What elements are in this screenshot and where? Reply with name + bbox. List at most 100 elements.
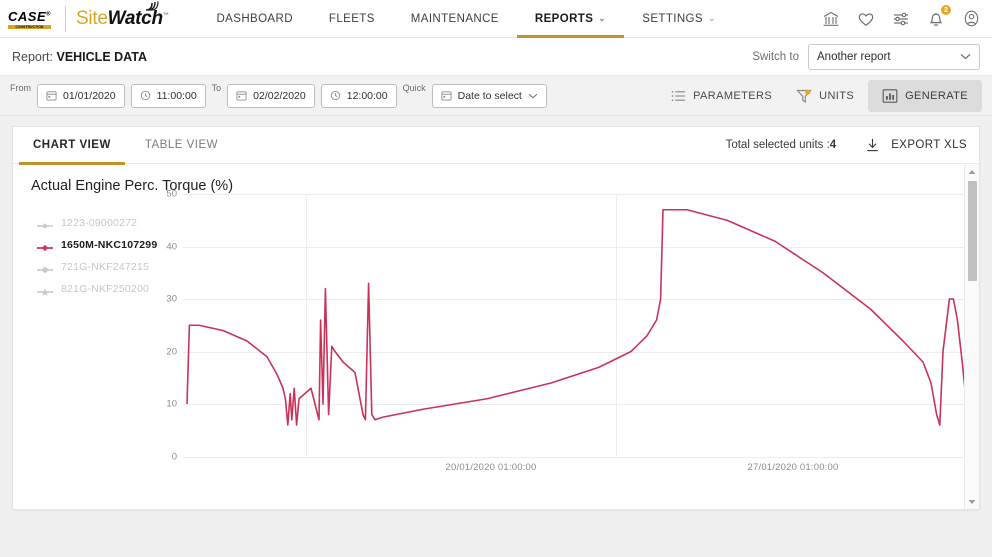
- quick-label: Quick: [402, 83, 426, 93]
- page-title: Report: VEHICLE DATA: [0, 50, 147, 64]
- quick-date-value: Date to select: [457, 89, 522, 102]
- legend-item-1[interactable]: 1650M-NKC107299: [37, 234, 157, 256]
- nav-item-maintenance[interactable]: MAINTENANCE: [393, 0, 517, 38]
- from-date-input[interactable]: 01/01/2020: [37, 83, 125, 108]
- bank-icon[interactable]: [820, 8, 842, 30]
- ytick-40: 40: [166, 241, 177, 252]
- ytick-50: 50: [166, 188, 177, 200]
- case-logo-text: CASE: [8, 8, 47, 24]
- generate-label: GENERATE: [905, 89, 968, 102]
- chart-block-battery: Battery voltage (V) 28.5 1223-09000272: [13, 504, 979, 509]
- top-navigation-bar: CASE® CONSTRUCTION SiteWatch™ DASHBOARD …: [0, 0, 992, 38]
- sliders-icon[interactable]: [890, 8, 912, 30]
- content-area: CHART VIEW TABLE VIEW Total selected uni…: [0, 116, 992, 510]
- series-line-torque: [186, 208, 979, 426]
- brand-logo[interactable]: CASE® CONSTRUCTION SiteWatch™: [0, 0, 169, 32]
- bell-icon[interactable]: 2: [925, 3, 952, 30]
- total-selected-units-count: 4: [829, 139, 837, 151]
- another-report-select[interactable]: Another report: [808, 43, 980, 70]
- from-label: From: [10, 83, 31, 93]
- sitewatch-site-text: Site: [76, 7, 108, 29]
- chart-card: CHART VIEW TABLE VIEW Total selected uni…: [12, 126, 980, 510]
- notification-badge: 2: [940, 3, 952, 16]
- nav-item-dashboard[interactable]: DASHBOARD: [198, 0, 310, 38]
- scroll-down-arrow[interactable]: [965, 494, 979, 509]
- quick-date-select[interactable]: Date to select: [431, 83, 547, 108]
- chevron-up-icon: [968, 169, 976, 174]
- calendar-icon: [441, 91, 452, 101]
- chart-legend: 1223-09000272 1650M-NKC107299 721G-NKF24…: [37, 212, 157, 300]
- units-label: UNITS: [819, 89, 855, 102]
- tabs-right-group: Total selected units :4 EXPORT XLS: [726, 137, 967, 154]
- from-time-input[interactable]: 11:00:00: [130, 83, 206, 108]
- legend-marker-icon: [37, 218, 53, 229]
- logo-divider: [65, 5, 67, 32]
- legend-item-3[interactable]: 821G-NKF250200: [37, 278, 157, 300]
- tab-chart-view[interactable]: CHART VIEW: [19, 127, 125, 165]
- vertical-scrollbar[interactable]: [964, 164, 979, 509]
- report-name: VEHICLE DATA: [56, 49, 147, 64]
- nav-item-reports[interactable]: REPORTS ⌄: [516, 0, 625, 38]
- export-xls-button[interactable]: EXPORT XLS: [864, 137, 967, 154]
- nav-item-settings[interactable]: SETTINGS ⌄: [624, 0, 734, 38]
- legend-label-3: 821G-NKF250200: [61, 283, 150, 295]
- parameters-label: PARAMETERS: [693, 89, 773, 102]
- user-avatar-icon[interactable]: [960, 8, 982, 30]
- ytick-0: 0: [171, 451, 177, 462]
- main-nav-items: DASHBOARD FLEETS MAINTENANCE REPORTS ⌄ S…: [198, 0, 733, 38]
- sitewatch-watch-text: Watch: [107, 7, 163, 29]
- units-button[interactable]: UNITS: [786, 81, 864, 111]
- total-selected-units-label: Total selected units :: [725, 139, 830, 151]
- chevron-down-icon: [968, 499, 976, 504]
- tab-table-view[interactable]: TABLE VIEW: [131, 127, 232, 164]
- list-icon: [671, 90, 686, 101]
- nav-item-dashboard-label: DASHBOARD: [216, 12, 293, 25]
- plot-area-torque: 50 40 30 20 10 0 20/01/2020 01:00:00 27/…: [166, 189, 979, 474]
- wifi-signal-icon: [146, 0, 160, 11]
- to-date-input[interactable]: 02/02/2020: [227, 83, 315, 108]
- clock-icon: [330, 90, 340, 101]
- to-time-input[interactable]: 12:00:00: [320, 83, 397, 108]
- ytick-30: 30: [166, 293, 177, 305]
- sitewatch-logo: SiteWatch™: [76, 0, 169, 30]
- charts-scroll-area: Actual Engine Perc. Torque (%) 1223-0900…: [13, 164, 979, 509]
- ytick-10: 10: [166, 398, 177, 410]
- nav-icon-group: 2: [820, 3, 982, 30]
- legend-label-2: 721G-NKF247215: [61, 261, 150, 273]
- legend-label-1: 1650M-NKC107299: [61, 239, 158, 251]
- bar-chart-icon: [882, 88, 898, 103]
- another-report-value: Another report: [817, 50, 891, 63]
- chart-block-torque: Actual Engine Perc. Torque (%) 1223-0900…: [13, 164, 979, 504]
- to-time-value: 12:00:00: [346, 89, 388, 102]
- legend-marker-icon: [37, 262, 53, 273]
- report-prefix: Report:: [12, 49, 53, 64]
- heart-icon[interactable]: [855, 8, 877, 30]
- parameters-button[interactable]: PARAMETERS: [661, 82, 782, 110]
- chart-title-battery: Battery voltage (V): [13, 504, 979, 509]
- chevron-down-icon: [528, 93, 538, 98]
- scrollbar-thumb[interactable]: [968, 181, 977, 281]
- calendar-icon: [236, 91, 247, 101]
- sitewatch-trademark: ™: [162, 12, 169, 19]
- calendar-icon: [46, 91, 57, 101]
- to-label: To: [211, 83, 222, 93]
- from-time-value: 11:00:00: [156, 89, 197, 102]
- export-xls-label: EXPORT XLS: [891, 139, 967, 151]
- legend-marker-icon: [37, 284, 53, 296]
- case-logo-bar: CONSTRUCTION: [8, 24, 52, 29]
- switch-to-label: Switch to: [752, 50, 799, 63]
- filter-actions: PARAMETERS UNITS GENERATE: [661, 79, 982, 112]
- legend-item-2[interactable]: 721G-NKF247215: [37, 256, 157, 278]
- legend-marker-icon: [37, 240, 53, 252]
- scroll-up-arrow[interactable]: [965, 164, 979, 179]
- nav-item-fleets[interactable]: FLEETS: [311, 0, 393, 38]
- ytick-20: 20: [166, 346, 177, 357]
- chevron-down-icon: [960, 54, 971, 60]
- tab-chart-view-label: CHART VIEW: [33, 139, 111, 151]
- generate-button[interactable]: GENERATE: [868, 79, 982, 112]
- case-logo-subtext: CONSTRUCTION: [15, 24, 44, 29]
- filter-funnel-icon: [796, 89, 812, 103]
- from-date-value: 01/01/2020: [63, 89, 116, 102]
- chevron-down-icon: ⌄: [598, 13, 607, 23]
- legend-item-0[interactable]: 1223-09000272: [37, 212, 157, 234]
